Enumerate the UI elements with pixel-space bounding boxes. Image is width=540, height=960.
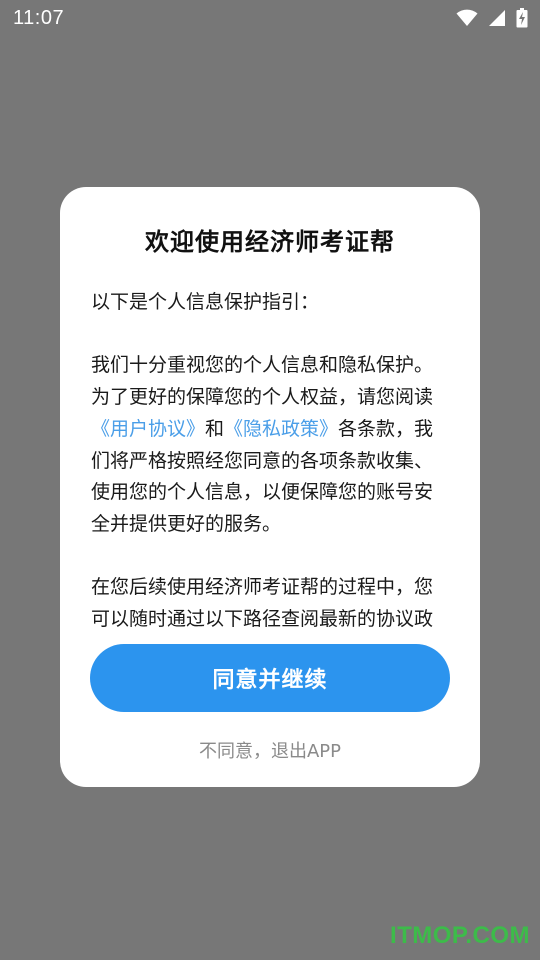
status-time: 11:07 (13, 6, 65, 29)
status-icons (456, 8, 528, 28)
battery-charging-icon (516, 8, 528, 28)
intro-text: 以下是个人信息保护指引： (91, 291, 320, 313)
watermark-logo: ITMOP.COM (389, 922, 530, 949)
agree-continue-button[interactable]: 同意并继续 (90, 644, 450, 712)
disagree-exit-button[interactable]: 不同意，退出APP (60, 737, 480, 763)
wifi-icon (456, 9, 478, 27)
paragraph-text-and: 和 (205, 417, 225, 440)
signal-icon (488, 9, 506, 27)
usage-paragraph: 在您后续使用经济师考证帮的过程中，您可以随时通过以下路径查阅最新的协议政策。 (91, 576, 434, 630)
paragraph-text-before: 我们十分重视您的个人信息和隐私保护。为了更好的保障您的个人权益，请您阅读 (91, 354, 434, 409)
status-bar: 11:07 (0, 0, 540, 36)
user-agreement-link[interactable]: 《用户协议》 (91, 418, 205, 440)
dialog-title: 欢迎使用经济师考证帮 (145, 228, 395, 256)
privacy-paragraph: 我们十分重视您的个人信息和隐私保护。为了更好的保障您的个人权益，请您阅读《用户协… (91, 350, 451, 540)
privacy-policy-link[interactable]: 《隐私政策》 (224, 418, 338, 440)
screen: 11:07 欢迎使用经济师考证帮 以下是个人信息保护指引： 我们十分重视您的个人… (0, 0, 540, 960)
privacy-dialog: 欢迎使用经济师考证帮 以下是个人信息保护指引： 我们十分重视您的个人信息和隐私保… (60, 187, 480, 787)
dialog-content-scroll[interactable]: 以下是个人信息保护指引： 我们十分重视您的个人信息和隐私保护。为了更好的保障您的… (91, 287, 451, 630)
